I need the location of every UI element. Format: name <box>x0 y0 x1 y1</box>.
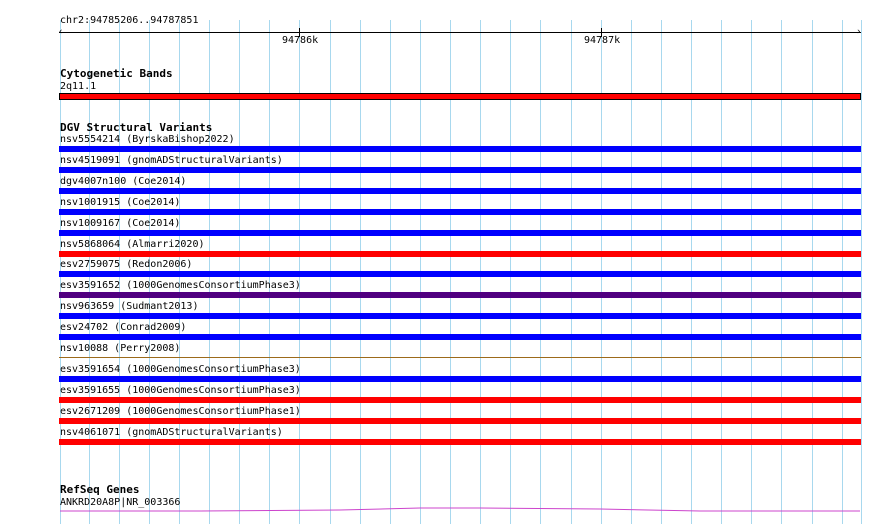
variant-label: esv2671209 (1000GenomesConsortiumPhase1) <box>60 406 301 417</box>
variant-label: esv2759075 (Redon2006) <box>60 259 193 270</box>
variant-label: nsv1001915 (Coe2014) <box>60 197 181 208</box>
variant-bar[interactable] <box>59 397 861 403</box>
variant-bar[interactable] <box>59 146 861 152</box>
location-label: chr2:94785206..94787851 <box>60 15 199 26</box>
variant-label: nsv4519091 (gnomADStructuralVariants) <box>60 155 283 166</box>
variant-label: nsv5554214 (ByrskaBishop2022) <box>60 134 235 145</box>
ruler-tick-label: 94787k <box>584 35 621 46</box>
variant-bar[interactable] <box>59 439 861 445</box>
variant-label: esv24702 (Conrad2009) <box>60 322 187 333</box>
variant-bar[interactable] <box>59 418 861 424</box>
variant-bar[interactable] <box>59 292 861 298</box>
ruler-axis <box>59 32 861 33</box>
cytoband-bar[interactable] <box>59 93 861 100</box>
variant-bar[interactable] <box>59 334 861 340</box>
gene-transcript-line[interactable] <box>60 507 860 512</box>
variant-label: esv3591652 (1000GenomesConsortiumPhase3) <box>60 280 301 291</box>
grid-line <box>861 20 862 524</box>
track-title: RefSeq Genes <box>60 483 140 496</box>
variant-bar[interactable] <box>59 167 861 173</box>
variant-label: nsv4061071 (gnomADStructuralVariants) <box>60 427 283 438</box>
genome-browser-view[interactable]: chr2:94785206..94787851 ‹ › 94786k 94787… <box>0 0 890 524</box>
variant-bar[interactable] <box>59 188 861 194</box>
track-title: Cytogenetic Bands <box>60 67 173 80</box>
ruler-right-end-icon: › <box>856 27 862 37</box>
ruler-left-end-icon: ‹ <box>58 27 64 37</box>
variant-bar[interactable] <box>59 251 861 257</box>
variant-label: esv3591654 (1000GenomesConsortiumPhase3) <box>60 364 301 375</box>
variant-label: nsv5868064 (Almarri2020) <box>60 239 205 250</box>
track-title: DGV Structural Variants <box>60 121 213 134</box>
variant-label: nsv963659 (Sudmant2013) <box>60 301 199 312</box>
variant-bar[interactable] <box>59 376 861 382</box>
variant-label: nsv1009167 (Coe2014) <box>60 218 181 229</box>
variant-label: dgv4007n100 (Coe2014) <box>60 176 187 187</box>
variant-bar[interactable] <box>59 209 861 215</box>
band-label: 2q11.1 <box>60 81 97 92</box>
variant-bar[interactable] <box>59 357 861 358</box>
variant-label: esv3591655 (1000GenomesConsortiumPhase3) <box>60 385 301 396</box>
variant-bar[interactable] <box>59 313 861 319</box>
variant-bar[interactable] <box>59 230 861 236</box>
variant-label: nsv10088 (Perry2008) <box>60 343 181 354</box>
ruler-tick-label: 94786k <box>282 35 319 46</box>
gene-model[interactable] <box>0 500 890 524</box>
variant-bar[interactable] <box>59 271 861 277</box>
